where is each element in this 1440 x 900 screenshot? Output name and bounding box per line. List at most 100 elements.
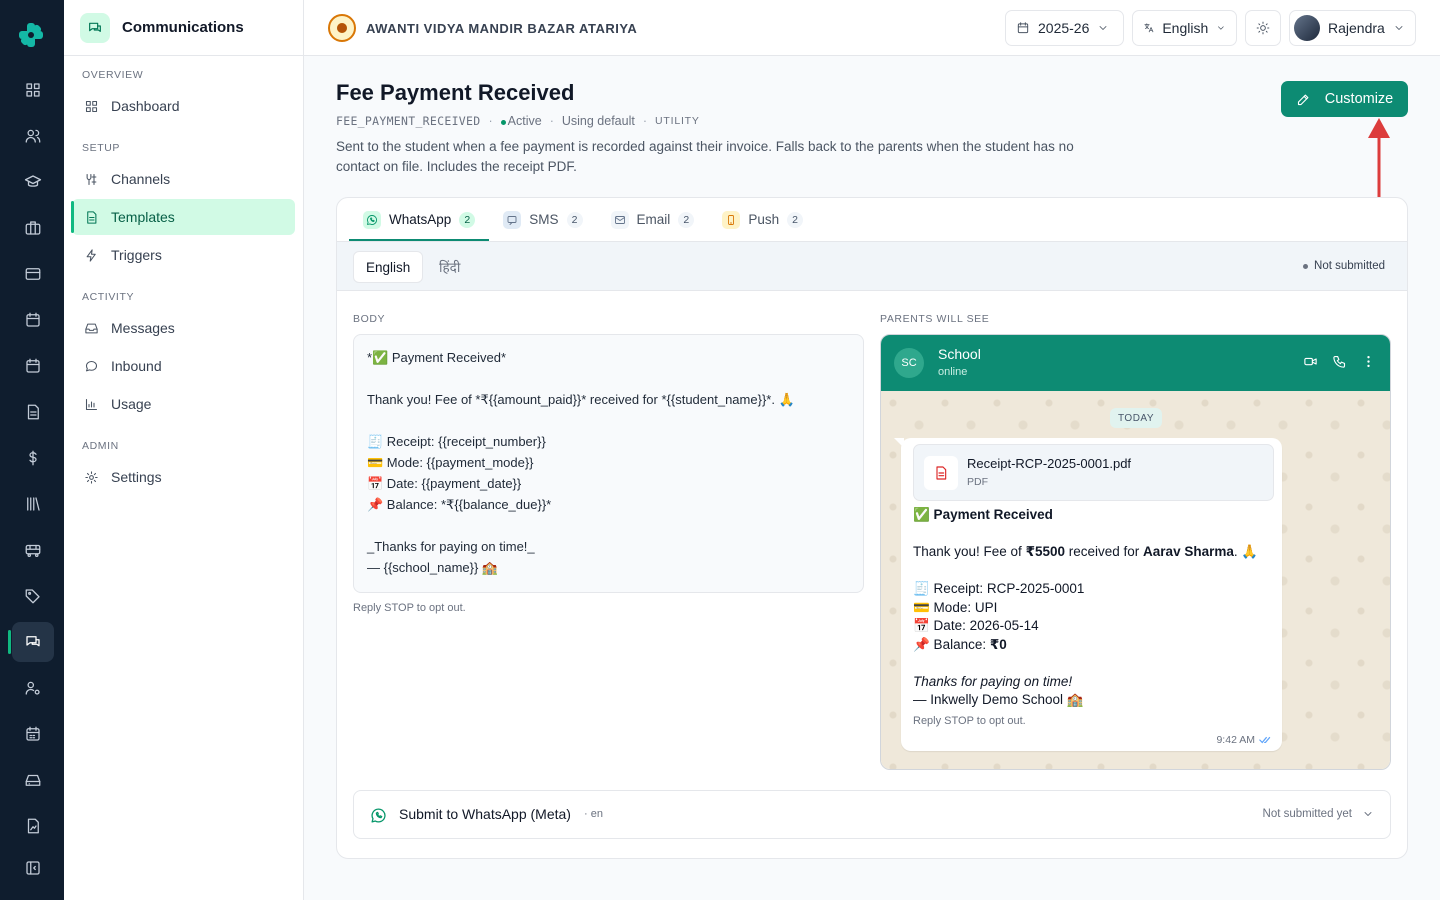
sidebar-collapse-icon — [26, 861, 40, 875]
message-student: Aarav Sharma — [1143, 544, 1234, 559]
rail-cards[interactable] — [12, 254, 54, 294]
message-bubble: Receipt-RCP-2025-0001.pdf PDF ✅ Payment … — [894, 438, 1282, 751]
body-opt-out: Reply STOP to opt out. — [353, 602, 466, 614]
customize-button[interactable]: Customize — [1281, 81, 1408, 117]
rail-academics[interactable] — [12, 162, 54, 202]
rail-reports[interactable] — [12, 806, 54, 846]
status-label: Active — [507, 114, 542, 128]
sidebar-item-label: Inbound — [111, 358, 162, 374]
tab-sms[interactable]: SMS 2 — [489, 198, 596, 241]
sidebar-item-triggers[interactable]: Triggers — [72, 237, 295, 273]
message-received-for: received for — [1065, 544, 1144, 559]
rail-documents[interactable] — [12, 392, 54, 432]
collapse-rail-button[interactable] — [12, 848, 54, 888]
tab-count: 2 — [459, 211, 476, 228]
tab-label: Push — [748, 212, 780, 227]
message-signature: — Inkwelly Demo School 🏫 — [913, 692, 1084, 707]
status-dot — [500, 120, 506, 125]
sidebar-item-settings[interactable]: Settings — [72, 459, 295, 495]
double-check-icon — [1259, 736, 1271, 744]
sidebar-item-label: Dashboard — [111, 98, 180, 114]
chevron-down-icon — [1218, 26, 1224, 30]
sidebar-item-messages[interactable]: Messages — [72, 310, 295, 346]
user-settings-icon — [25, 681, 40, 695]
grid-icon — [85, 100, 98, 112]
meta-separator: · — [549, 114, 554, 128]
academic-year-select[interactable]: 2025-26 — [1005, 10, 1124, 46]
customize-label: Customize — [1324, 91, 1394, 107]
meta-separator: · — [488, 114, 493, 128]
academic-year-value: 2025-26 — [1038, 20, 1090, 36]
rail-storage[interactable] — [12, 760, 54, 800]
rail-work[interactable] — [12, 208, 54, 248]
rail-people[interactable] — [12, 116, 54, 156]
submit-language: · en — [584, 808, 603, 820]
app-logo-icon[interactable] — [16, 20, 46, 50]
rail-calendar[interactable] — [12, 300, 54, 340]
language-select[interactable]: English — [1132, 10, 1237, 46]
tab-whatsapp[interactable]: WhatsApp 2 — [349, 198, 490, 241]
template-source: Using default — [561, 114, 635, 128]
whatsapp-header: SC School online — [881, 335, 1390, 391]
more-vertical-icon — [1367, 355, 1370, 368]
sun-icon — [1256, 21, 1270, 35]
rail-transport[interactable] — [12, 530, 54, 570]
tab-push[interactable]: Push 2 — [708, 198, 817, 241]
rail-schedule[interactable] — [12, 346, 54, 386]
rail-communications[interactable] — [8, 622, 54, 662]
sidebar-item-templates[interactable]: Templates — [71, 199, 295, 235]
sidebar-title: Communications — [122, 19, 244, 36]
communications-badge — [80, 12, 110, 43]
gear-icon — [85, 470, 98, 484]
rail-dashboard[interactable] — [12, 70, 54, 110]
submit-status: Not submitted yet — [1263, 808, 1374, 820]
tab-label: SMS — [529, 212, 559, 227]
rail-tags[interactable] — [12, 576, 54, 616]
chevron-down-icon — [1395, 26, 1403, 30]
tab-email[interactable]: Email 2 — [597, 198, 709, 241]
channel-tabs: WhatsApp 2 SMS 2 Email 2 Push 2 — [349, 198, 817, 241]
theme-toggle-button[interactable] — [1245, 10, 1281, 46]
submission-status: Not submitted — [1303, 260, 1385, 272]
language-tab-english[interactable]: English — [353, 251, 424, 283]
avatar — [1294, 15, 1320, 41]
user-menu-button[interactable]: Rajendra — [1289, 10, 1416, 46]
whatsapp-chat-area: TODAY Receipt-RCP-2025-0001.pdf PDF ✅ Pa… — [881, 391, 1390, 769]
card-icon — [25, 268, 41, 280]
sidebar-item-inbound[interactable]: Inbound — [72, 348, 295, 384]
message-timestamp: 9:42 AM — [1216, 734, 1272, 746]
school-brand[interactable]: AWANTI VIDYA MANDIR BAZAR ATARIYA — [328, 14, 637, 42]
users-icon — [25, 129, 41, 143]
channels-icon — [86, 173, 97, 185]
mail-icon — [610, 210, 629, 229]
rail-finance[interactable] — [12, 438, 54, 478]
sidebar-item-label: Settings — [111, 469, 162, 485]
rail-events[interactable] — [12, 714, 54, 754]
document-icon — [27, 404, 39, 420]
message-mode: 💳 Mode: UPI — [913, 599, 998, 615]
message-suffix: . 🙏 — [1233, 544, 1259, 559]
topbar: AWANTI VIDYA MANDIR BAZAR ATARIYA 2025-2… — [304, 0, 1440, 56]
rail-staff[interactable] — [12, 668, 54, 708]
video-call-icon — [1304, 357, 1317, 366]
school-name: AWANTI VIDYA MANDIR BAZAR ATARIYA — [366, 20, 638, 36]
sms-icon — [503, 210, 522, 229]
submit-to-whatsapp-panel[interactable]: Submit to WhatsApp (Meta) · en Not submi… — [353, 790, 1391, 839]
template-description: Sent to the student when a fee payment i… — [336, 139, 1074, 174]
rail-library[interactable] — [12, 484, 54, 524]
whatsapp-icon — [363, 210, 381, 229]
sidebar-item-dashboard[interactable]: Dashboard — [72, 88, 295, 124]
contact-name: School — [938, 346, 981, 362]
language-tab-hindi[interactable]: हिंदी — [427, 251, 472, 283]
whatsapp-preview: SC School online TODAY Receipt-RCP-2025-… — [880, 334, 1391, 770]
sidebar-item-channels[interactable]: Channels — [72, 161, 295, 197]
preview-opt-out: Reply STOP to opt out. — [913, 715, 1026, 727]
inbox-icon — [85, 323, 98, 333]
message-balance: ₹0 — [989, 636, 1007, 652]
sidebar-item-usage[interactable]: Usage — [72, 386, 295, 422]
tab-count: 2 — [566, 211, 583, 228]
body-textarea[interactable]: *✅ Payment Received* Thank you! Fee of *… — [353, 334, 864, 593]
message-text: ✅ Payment Received Thank you! Fee of ₹55… — [913, 506, 1274, 710]
calendar-icon — [1017, 22, 1029, 34]
tag-icon — [25, 589, 40, 604]
